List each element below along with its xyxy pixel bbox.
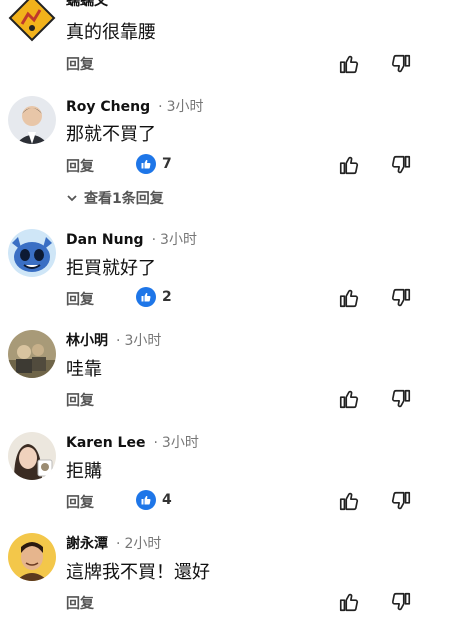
dislike-button[interactable]	[390, 53, 412, 75]
thumbs-up-icon	[339, 289, 359, 308]
separator-dot: ·	[116, 333, 121, 349]
reply-button[interactable]: 回复	[66, 156, 94, 176]
like-badge-icon	[136, 490, 156, 510]
thumbs-up-icon	[339, 492, 359, 511]
thumbs-up-icon	[339, 390, 359, 409]
comment-time: 2小时	[124, 536, 162, 552]
view-replies-button[interactable]: 查看1条回复	[66, 188, 164, 208]
comment-author[interactable]: 林小明 · 3小时	[66, 330, 161, 350]
comment-author[interactable]: Roy Cheng · 3小时	[66, 96, 204, 116]
separator-dot: ·	[116, 536, 121, 552]
comment-text: 拒購	[66, 461, 102, 482]
reply-button[interactable]: 回复	[66, 54, 94, 74]
avatar[interactable]	[8, 0, 56, 42]
like-count: 4	[162, 492, 172, 508]
thumbs-down-icon	[391, 288, 411, 307]
avatar[interactable]	[8, 533, 56, 581]
avatar[interactable]	[8, 432, 56, 480]
chevron-down-icon	[67, 195, 77, 202]
like-button[interactable]	[338, 53, 360, 75]
avatar[interactable]	[8, 330, 56, 378]
reaction-count[interactable]: 4	[136, 490, 172, 510]
like-count: 7	[162, 156, 172, 172]
like-button[interactable]	[338, 490, 360, 512]
separator-dot: ·	[151, 232, 157, 248]
comment-text: 哇靠	[66, 359, 102, 380]
thumbs-down-icon	[391, 54, 411, 73]
like-button[interactable]	[338, 154, 360, 176]
like-badge-icon	[136, 154, 156, 174]
comment-time: 3小时	[161, 435, 199, 451]
like-button[interactable]	[338, 591, 360, 613]
comment-text: 拒買就好了	[66, 258, 156, 279]
like-button[interactable]	[338, 287, 360, 309]
dislike-button[interactable]	[390, 490, 412, 512]
reply-button[interactable]: 回复	[66, 593, 94, 613]
thumbs-up-icon	[339, 156, 359, 175]
reply-button[interactable]: 回复	[66, 289, 94, 309]
separator-dot: ·	[153, 435, 158, 451]
reply-button[interactable]: 回复	[66, 390, 94, 410]
comment-text: 真的很靠腰	[66, 22, 156, 43]
comment-author[interactable]: 蠕蠕文	[66, 0, 108, 10]
reaction-count[interactable]: 2	[136, 287, 172, 307]
thumbs-down-icon	[391, 491, 411, 510]
thumbs-up-icon	[339, 55, 359, 74]
thumbs-down-icon	[391, 592, 411, 611]
like-button[interactable]	[338, 388, 360, 410]
reply-button[interactable]: 回复	[66, 492, 94, 512]
comment-time: 3小时	[166, 99, 204, 115]
comment-author[interactable]: 謝永潭 · 2小时	[66, 533, 161, 553]
separator-dot: ·	[158, 99, 163, 115]
dislike-button[interactable]	[390, 154, 412, 176]
thumbs-down-icon	[391, 155, 411, 174]
thumbs-down-icon	[391, 389, 411, 408]
dislike-button[interactable]	[390, 287, 412, 309]
avatar[interactable]	[8, 229, 56, 277]
reaction-count[interactable]: 7	[136, 154, 172, 174]
like-count: 2	[162, 289, 172, 305]
comment-text: 那就不買了	[66, 124, 156, 145]
comment-time: 3小时	[124, 333, 162, 349]
dislike-button[interactable]	[390, 591, 412, 613]
avatar[interactable]	[8, 96, 56, 144]
dislike-button[interactable]	[390, 388, 412, 410]
like-badge-icon	[136, 287, 156, 307]
comment-time: 3小时	[160, 232, 197, 248]
comment-author[interactable]: Dan Nung · 3小时	[66, 229, 197, 249]
thumbs-up-icon	[339, 593, 359, 612]
comment-text: 這牌我不買！還好	[66, 562, 210, 583]
comment-author[interactable]: Karen Lee · 3小时	[66, 432, 199, 452]
